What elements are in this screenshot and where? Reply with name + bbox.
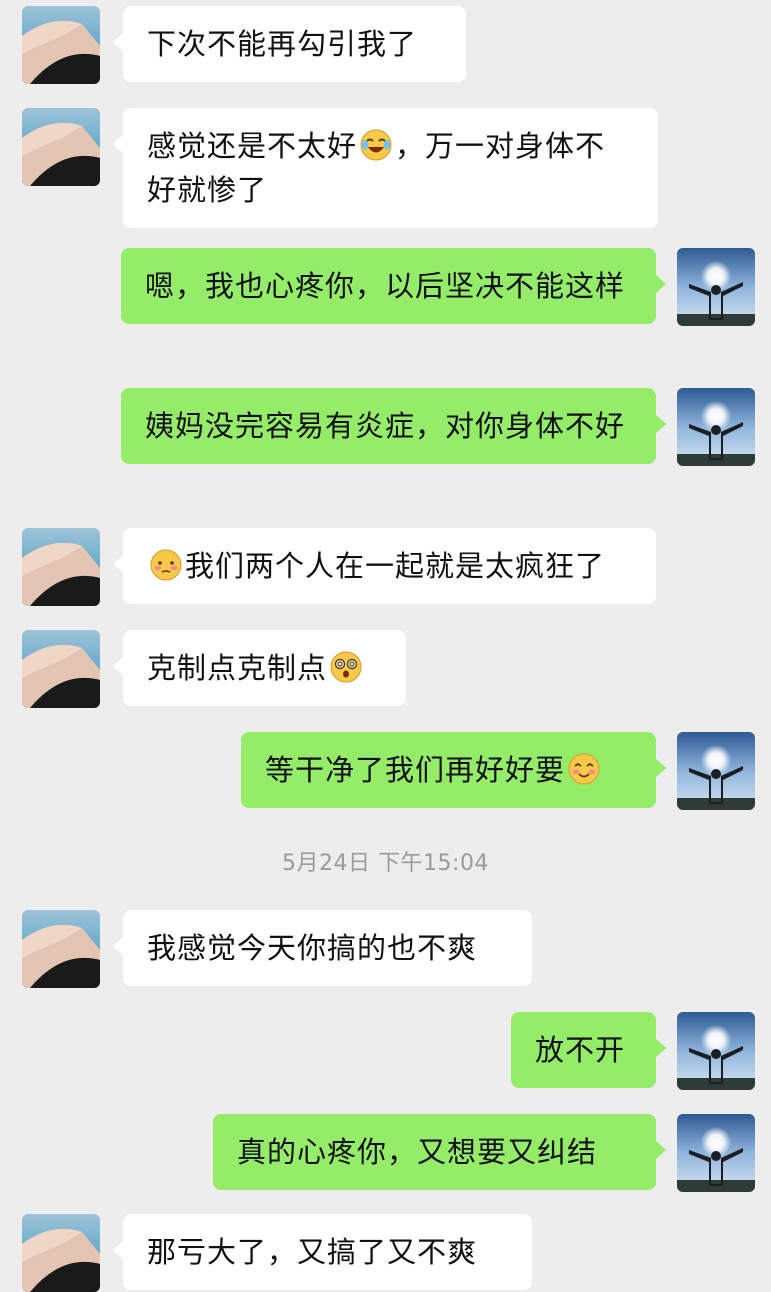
message-text: 感觉还是不太好 bbox=[147, 129, 358, 163]
laughing-tears-emoji-icon bbox=[359, 128, 393, 162]
message-bubble[interactable]: 真的心疼你，又想要又纠结 bbox=[213, 1114, 666, 1190]
contact-avatar[interactable] bbox=[22, 6, 100, 84]
shy-blush-emoji-icon bbox=[149, 548, 183, 582]
message-bubble[interactable]: 放不开 bbox=[511, 1012, 666, 1088]
contact-avatar[interactable] bbox=[22, 1214, 100, 1292]
message-bubble[interactable]: 感觉还是不太好 ，万一对身体不好就惨了 bbox=[113, 108, 658, 228]
message-text: 我们两个人在一起就是太疯狂了 bbox=[185, 549, 606, 583]
contact-avatar[interactable] bbox=[22, 910, 100, 988]
message-text: 下次不能再勾引我了 bbox=[147, 27, 418, 61]
message-text: 嗯，我也心疼你，以后坚决不能这样 bbox=[145, 269, 626, 303]
message-text: 那亏大了，又搞了又不爽 bbox=[147, 1235, 478, 1269]
contact-avatar[interactable] bbox=[22, 630, 100, 708]
message-text: 真的心疼你，又想要又纠结 bbox=[237, 1135, 598, 1169]
chat-area: 下次不能再勾引我了 感觉还是不太好 ，万一对身体不好就惨了 嗯，我也心疼你，以后坚… bbox=[0, 0, 771, 1292]
shy-smile-emoji-icon bbox=[567, 752, 601, 786]
message-bubble[interactable]: 我们两个人在一起就是太疯狂了 bbox=[113, 528, 656, 604]
my-avatar[interactable] bbox=[677, 388, 755, 466]
chat-timestamp: 5月24日 下午15:04 bbox=[282, 851, 489, 876]
message-bubble[interactable]: 姨妈没完容易有炎症，对你身体不好 bbox=[121, 388, 666, 464]
message-text: 等干净了我们再好好要 bbox=[265, 753, 566, 787]
my-avatar[interactable] bbox=[677, 1114, 755, 1192]
contact-avatar[interactable] bbox=[22, 528, 100, 606]
message-bubble[interactable]: 那亏大了，又搞了又不爽 bbox=[113, 1214, 532, 1290]
my-avatar[interactable] bbox=[677, 248, 755, 326]
message-bubble[interactable]: 嗯，我也心疼你，以后坚决不能这样 bbox=[121, 248, 666, 324]
message-text: 放不开 bbox=[535, 1033, 626, 1067]
message-text: 姨妈没完容易有炎症，对你身体不好 bbox=[145, 409, 626, 443]
message-text: 克制点克制点 bbox=[147, 651, 328, 685]
message-bubble[interactable]: 下次不能再勾引我了 bbox=[113, 6, 466, 82]
dizzy-face-emoji-icon bbox=[329, 650, 363, 684]
my-avatar[interactable] bbox=[677, 732, 755, 810]
message-bubble[interactable]: 我感觉今天你搞的也不爽 bbox=[113, 910, 532, 986]
my-avatar[interactable] bbox=[677, 1012, 755, 1090]
contact-avatar[interactable] bbox=[22, 108, 100, 186]
message-bubble[interactable]: 克制点克制点 bbox=[113, 630, 406, 706]
message-text: 我感觉今天你搞的也不爽 bbox=[147, 931, 478, 965]
message-bubble[interactable]: 等干净了我们再好好要 bbox=[241, 732, 666, 808]
